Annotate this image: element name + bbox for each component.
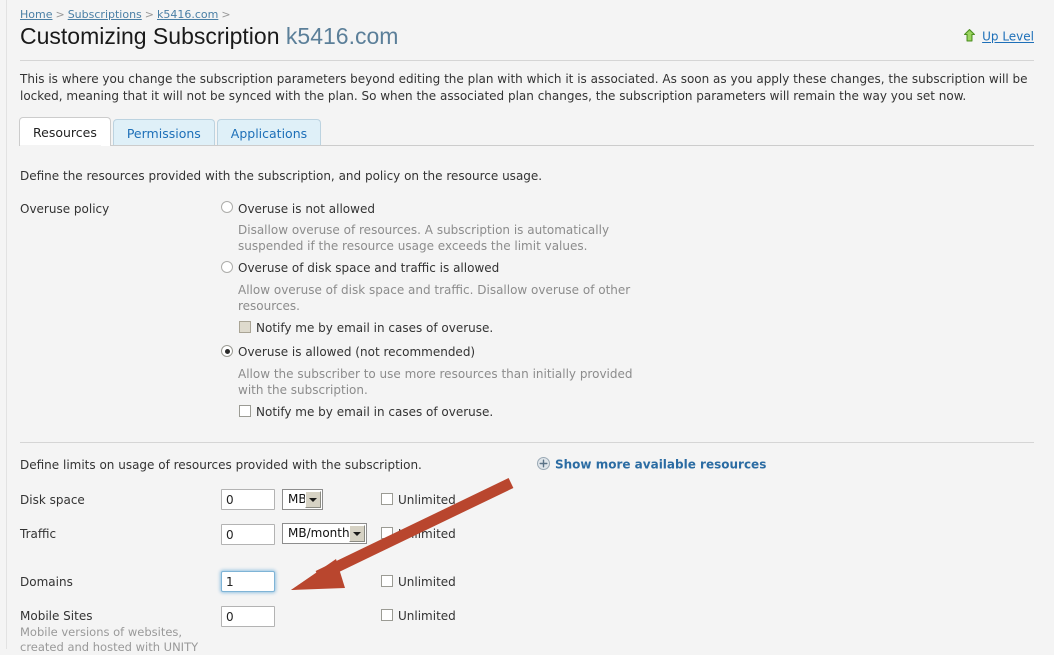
limit-input-domains[interactable] <box>221 571 275 592</box>
title-row: Customizing Subscription k5416.com Up Le… <box>20 23 1034 53</box>
tab-applications[interactable]: Applications <box>216 119 322 146</box>
overuse-policy-label: Overuse policy <box>20 202 110 216</box>
page-left-rule <box>6 0 7 649</box>
tab-bar: Resources Permissions Applications <box>19 117 323 146</box>
limit-unit-select-traffic[interactable]: MB/month <box>282 523 367 544</box>
breadcrumb-separator-trailing: > <box>221 8 231 21</box>
page-title-domain: k5416.com <box>285 23 399 49</box>
up-arrow-icon <box>963 28 977 43</box>
limit-label-disk-space: Disk space <box>20 493 85 507</box>
show-more-resources[interactable]: Show more available resources <box>537 457 766 472</box>
limit-unlimited-checkbox-traffic[interactable] <box>381 527 393 539</box>
limits-divider <box>20 442 1034 443</box>
chevron-down-icon[interactable] <box>305 491 321 508</box>
limit-sublabel-mobile-sites: Mobile versions of websites, created and… <box>20 625 199 654</box>
limits-intro: Define limits on usage of resources prov… <box>20 458 422 472</box>
radio-label-overuse-not-allowed[interactable]: Overuse is not allowed <box>238 202 375 216</box>
limit-unlimited-checkbox-disk-space[interactable] <box>381 493 393 505</box>
up-level-link[interactable]: Up Level <box>982 30 1034 44</box>
checkbox-label-notify-overuse-disk-traffic[interactable]: Notify me by email in cases of overuse. <box>256 321 493 335</box>
radio-desc-overuse-disk-traffic: Allow overuse of disk space and traffic.… <box>238 283 631 313</box>
limit-input-mobile-sites[interactable] <box>221 606 275 627</box>
radio-desc-overuse-allowed: Allow the subscriber to use more resourc… <box>238 367 633 397</box>
tab-underline <box>19 145 1034 146</box>
limit-unlimited-checkbox-domains[interactable] <box>381 575 393 587</box>
limit-unlimited-label-domains[interactable]: Unlimited <box>398 575 456 589</box>
limit-unlimited-checkbox-mobile-sites[interactable] <box>381 609 393 621</box>
header-divider <box>20 60 1034 61</box>
limit-input-disk-space[interactable] <box>221 489 275 510</box>
show-more-resources-link[interactable]: Show more available resources <box>555 458 766 472</box>
limit-label-domains: Domains <box>20 575 73 589</box>
breadcrumb: Home > Subscriptions > k5416.com > <box>20 8 234 21</box>
breadcrumb-item-home[interactable]: Home <box>20 8 52 21</box>
tab-resources[interactable]: Resources <box>19 117 111 146</box>
radio-label-overuse-allowed[interactable]: Overuse is allowed (not recommended) <box>238 345 475 359</box>
limit-unlimited-label-traffic[interactable]: Unlimited <box>398 527 456 541</box>
limit-label-traffic: Traffic <box>20 527 57 541</box>
page-description: This is where you change the subscriptio… <box>20 72 1028 103</box>
page-root: Home > Subscriptions > k5416.com > Customizin… <box>0 0 1054 654</box>
radio-overuse-not-allowed[interactable] <box>221 201 233 213</box>
checkbox-label-notify-overuse-allowed[interactable]: Notify me by email in cases of overuse. <box>256 405 493 419</box>
limit-unlimited-label-mobile-sites[interactable]: Unlimited <box>398 609 456 623</box>
breadcrumb-item-subscriptions[interactable]: Subscriptions <box>68 8 142 21</box>
limit-unit-value-traffic: MB/month <box>288 526 350 540</box>
breadcrumb-separator: > <box>55 8 65 21</box>
radio-overuse-allowed[interactable] <box>221 345 233 357</box>
tab-permissions[interactable]: Permissions <box>112 119 215 146</box>
breadcrumb-item-k5416[interactable]: k5416.com <box>157 8 218 21</box>
limit-unit-value-disk-space: MB <box>288 492 307 506</box>
plus-circle-icon <box>537 457 550 470</box>
limit-label-mobile-sites: Mobile Sites <box>20 609 93 623</box>
checkbox-notify-overuse-allowed[interactable] <box>239 405 251 417</box>
resources-intro: Define the resources provided with the s… <box>20 169 543 183</box>
limit-unlimited-label-disk-space[interactable]: Unlimited <box>398 493 456 507</box>
page-title-text: Customizing Subscription <box>20 23 280 49</box>
radio-label-overuse-disk-traffic[interactable]: Overuse of disk space and traffic is all… <box>238 261 499 275</box>
radio-desc-overuse-not-allowed: Disallow overuse of resources. A subscri… <box>238 223 610 253</box>
tab-active-underline-mask <box>20 145 101 146</box>
limit-unit-select-disk-space[interactable]: MB <box>282 489 323 510</box>
limit-input-traffic[interactable] <box>221 524 275 545</box>
checkbox-notify-overuse-disk-traffic[interactable] <box>239 321 251 333</box>
up-level[interactable]: Up Level <box>963 29 1034 44</box>
breadcrumb-separator: > <box>144 8 154 21</box>
chevron-down-icon[interactable] <box>349 525 365 542</box>
page-title: Customizing Subscription k5416.com <box>20 23 398 49</box>
radio-overuse-disk-traffic[interactable] <box>221 261 233 273</box>
